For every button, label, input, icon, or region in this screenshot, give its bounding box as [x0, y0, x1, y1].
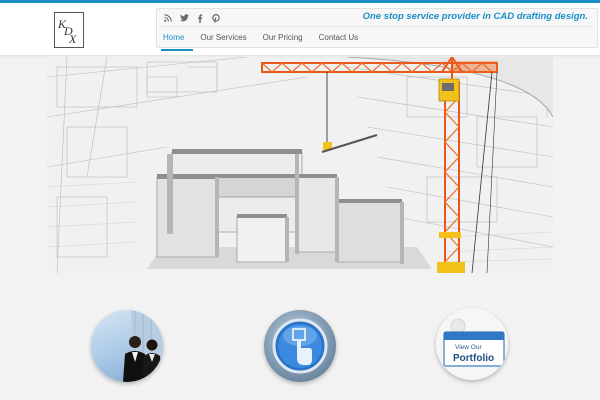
facebook-icon[interactable]: [195, 12, 205, 24]
nav-contact-us[interactable]: Contact Us: [319, 33, 369, 42]
nav-home[interactable]: Home: [163, 33, 194, 42]
hero-banner-image: [47, 57, 553, 273]
nav-our-services[interactable]: Our Services: [200, 33, 256, 42]
twitter-icon[interactable]: [179, 12, 189, 24]
feature-circles: View Our Portfolio: [0, 300, 600, 400]
site-header: K D X One stop service provider in CAD d…: [0, 3, 600, 55]
badge-line2: Portfolio: [453, 353, 494, 364]
rss-icon[interactable]: [163, 12, 173, 24]
active-nav-indicator: [161, 49, 193, 51]
site-logo[interactable]: K D X: [54, 12, 84, 48]
portfolio-badge-icon: View Our Portfolio: [436, 308, 508, 380]
touch-button-image[interactable]: [264, 310, 336, 382]
logo-mark-icon: K D X: [57, 17, 77, 46]
portfolio-link[interactable]: View Our Portfolio: [436, 308, 508, 380]
business-people-icon: [123, 310, 163, 382]
main-menu: Home Our Services Our Pricing Contact Us: [163, 33, 374, 42]
nav-divider: [161, 26, 593, 27]
social-links: [163, 12, 221, 24]
touch-hand-icon: [272, 318, 328, 374]
team-image[interactable]: [91, 310, 163, 382]
badge-line1: View Our: [455, 344, 482, 351]
site-tagline: One stop service provider in CAD draftin…: [362, 11, 588, 22]
navigation-panel: One stop service provider in CAD draftin…: [156, 8, 598, 51]
pinterest-icon[interactable]: [211, 12, 221, 24]
nav-our-pricing[interactable]: Our Pricing: [263, 33, 313, 42]
svg-text:X: X: [68, 32, 77, 46]
